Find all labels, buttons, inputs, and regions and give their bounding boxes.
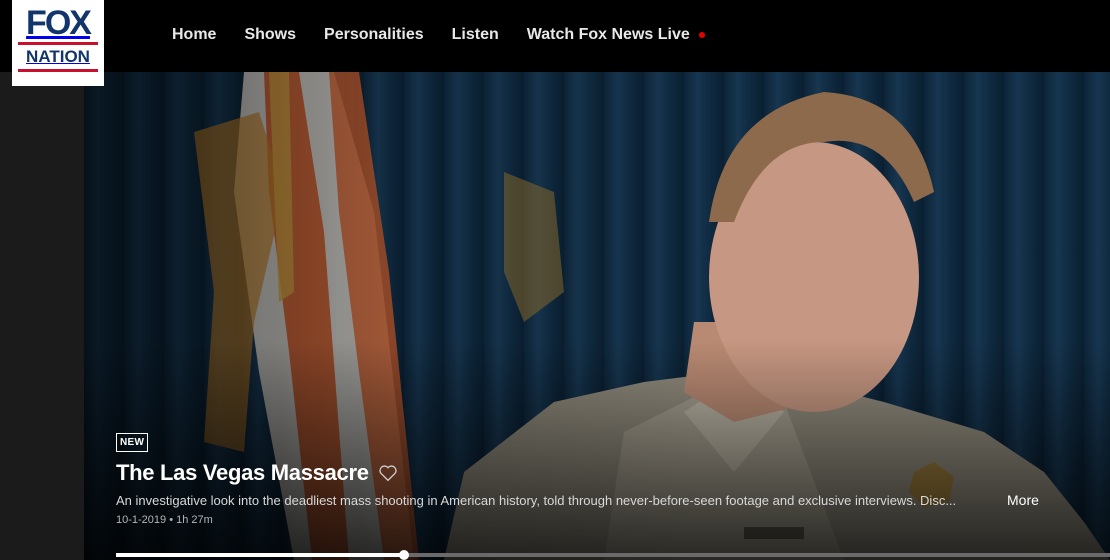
fox-nation-logo[interactable]: FOX NATION [12, 0, 104, 86]
new-badge: NEW [116, 433, 149, 452]
logo-text-bottom: NATION [26, 47, 90, 66]
main-nav: Home Shows Personalities Listen Watch Fo… [172, 0, 733, 70]
nav-shows[interactable]: Shows [244, 26, 296, 44]
logo-stripe-bottom [18, 69, 98, 72]
top-navigation-bar: Home Shows Personalities Listen Watch Fo… [0, 0, 1110, 72]
nav-watch-live-label: Watch Fox News Live [526, 26, 690, 43]
left-gutter [0, 72, 84, 560]
nav-watch-live[interactable]: Watch Fox News Live [527, 26, 705, 44]
nav-personalities[interactable]: Personalities [324, 26, 424, 44]
nav-listen[interactable]: Listen [452, 26, 499, 44]
progress-fill [116, 553, 405, 557]
live-indicator-icon [698, 32, 705, 38]
hero-info-overlay: NEW The Las Vegas Massacre An investigat… [116, 432, 1066, 526]
show-description: An investigative look into the deadliest… [116, 492, 957, 508]
show-title[interactable]: The Las Vegas Massacre [116, 460, 369, 486]
show-meta: 10-1-2019 • 1h 27m [116, 514, 213, 526]
logo-text-top: FOX [26, 4, 92, 42]
nav-home[interactable]: Home [172, 26, 216, 44]
hero-progress-bar[interactable] [116, 550, 1110, 560]
heart-outline-icon[interactable] [378, 464, 398, 482]
logo-stripe [18, 42, 98, 45]
more-link[interactable]: More [1007, 492, 1039, 508]
